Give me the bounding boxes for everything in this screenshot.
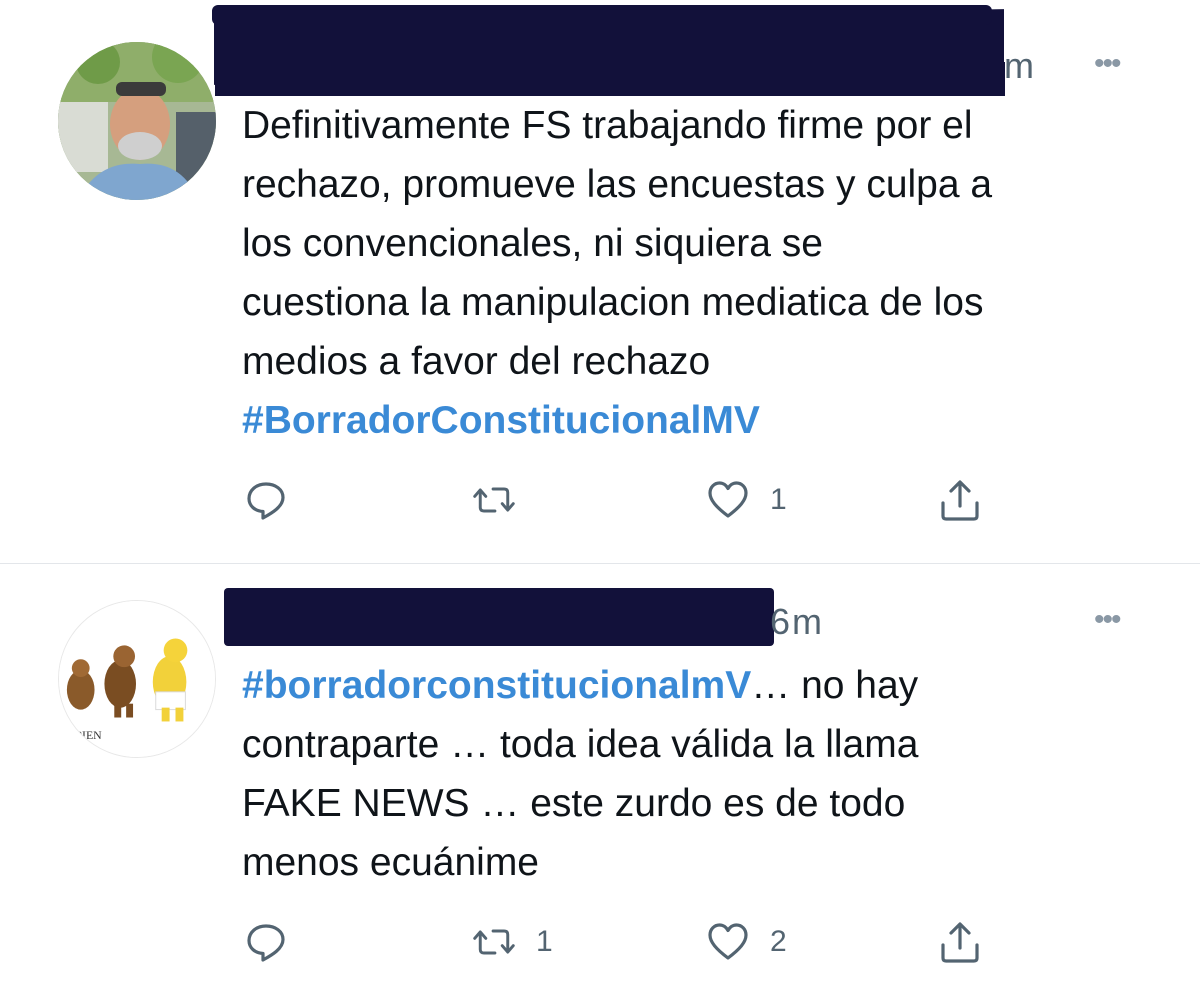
tweet-text-line: cuestiona la manipulacion mediatica de l… [242, 281, 984, 324]
tweet-timestamp[interactable]: m [1004, 48, 1034, 84]
like-button[interactable]: 2 [706, 920, 787, 964]
share-button[interactable] [938, 478, 1002, 522]
retweet-button[interactable]: 1 [472, 920, 553, 964]
hashtag-link[interactable]: #BorradorConstitucionalMV [242, 391, 1172, 450]
tweet-text-line: rechazo, promueve las encuestas y culpa … [242, 163, 993, 206]
more-options-icon[interactable]: ••• [1094, 49, 1121, 79]
reply-button[interactable] [244, 920, 308, 964]
avatar[interactable]: APIEN [58, 600, 216, 758]
more-options-icon[interactable]: ••• [1094, 605, 1121, 635]
tweet-text-line: #borradorconstitucionalmV… no hay [242, 656, 1172, 715]
share-icon [941, 480, 979, 521]
tweet-actions: 1 [244, 478, 1004, 522]
redacted-username [224, 588, 774, 646]
tweet-text-line: Definitivamente FS trabajando firme por … [242, 104, 973, 147]
tweet-text-line: contraparte … toda idea válida la llama [242, 723, 919, 766]
evolution-cartoon-avatar: APIEN [59, 601, 215, 757]
share-button[interactable] [938, 920, 1002, 964]
tweet-text-line: medios a favor del rechazo [242, 340, 711, 383]
avatar-photo [58, 42, 216, 200]
tweet-text-line: menos ecuánime [242, 841, 539, 884]
tweet-text-fragment: … no hay [751, 664, 919, 707]
redacted-handle [215, 62, 1005, 96]
tweet-timestamp-prefix: 6 [770, 601, 791, 642]
reply-icon [247, 482, 285, 520]
like-count: 2 [770, 925, 787, 958]
tweet-actions: 1 2 [244, 920, 1004, 964]
retweet-button[interactable] [472, 478, 536, 522]
retweet-count: 1 [536, 925, 553, 958]
heart-icon [708, 923, 748, 960]
retweet-icon [473, 929, 515, 955]
reply-icon [247, 924, 285, 962]
redacted-username-top [212, 5, 992, 25]
hashtag-link[interactable]: #borradorconstitucionalmV [242, 664, 751, 707]
like-button[interactable]: 1 [706, 478, 787, 522]
tweet[interactable]: m ••• Definitivamente FS trabajando firm… [0, 0, 1200, 563]
like-count: 1 [770, 483, 787, 516]
share-icon [941, 922, 979, 963]
heart-icon [708, 481, 748, 518]
tweet-timestamp[interactable]: m [792, 604, 822, 640]
tweet-text: #borradorconstitucionalmV… no hay contra… [242, 656, 1172, 892]
avatar[interactable] [58, 42, 216, 200]
retweet-icon [473, 487, 515, 513]
tweet-text-line: FAKE NEWS … este zurdo es de todo [242, 782, 906, 825]
tweet-text: Definitivamente FS trabajando firme por … [242, 96, 1172, 450]
tweet-text-line: los convencionales, ni siquiera se [242, 222, 824, 265]
reply-button[interactable] [244, 478, 308, 522]
